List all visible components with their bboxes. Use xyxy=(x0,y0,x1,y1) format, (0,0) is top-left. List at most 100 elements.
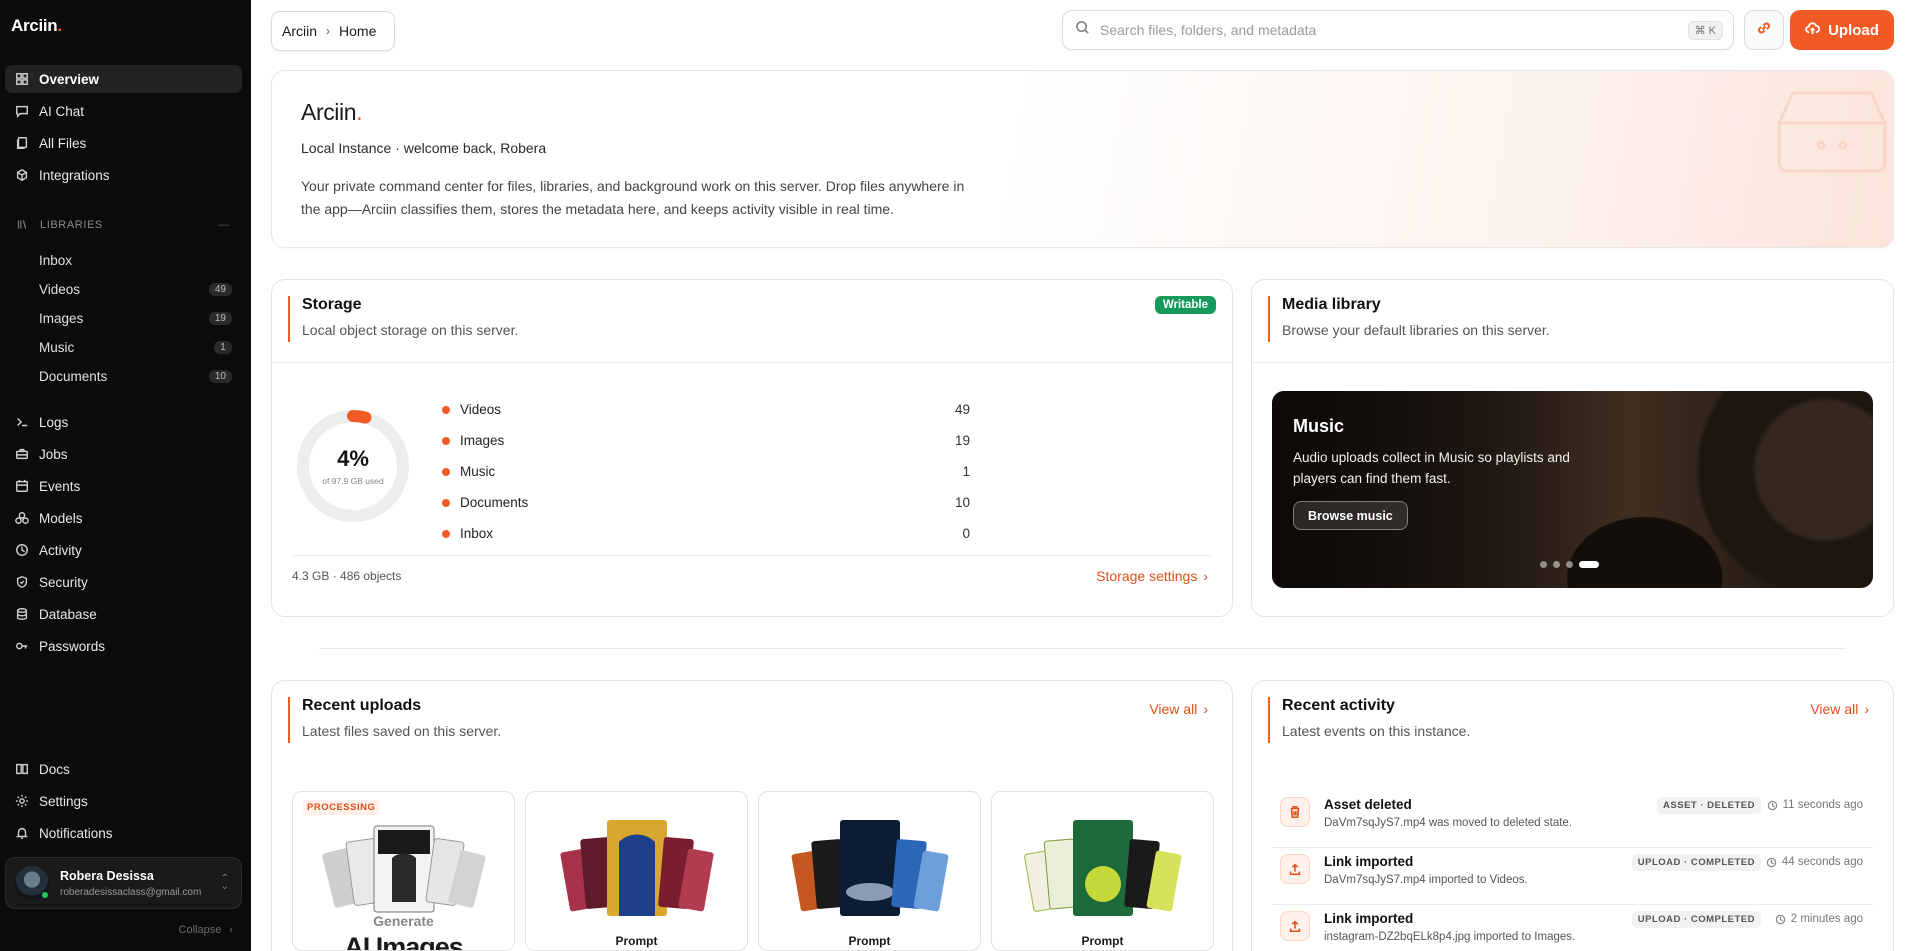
search-input[interactable] xyxy=(1100,22,1688,38)
activity-item-description: DaVm7sqJyS7.mp4 was moved to deleted sta… xyxy=(1324,817,1573,829)
trash-icon xyxy=(1280,797,1310,827)
upload-button[interactable]: Upload xyxy=(1790,10,1894,50)
libraries-section-label[interactable]: LIBRARIES — xyxy=(16,218,230,232)
nav-item-label: Docs xyxy=(39,761,70,777)
nav-item-security[interactable]: Security xyxy=(5,568,242,596)
nav-item-models[interactable]: Models xyxy=(5,504,242,532)
list-item[interactable]: Asset deleted DaVm7sqJyS7.mp4 was moved … xyxy=(1272,791,1873,848)
clock-icon xyxy=(1766,857,1777,867)
shield-icon xyxy=(15,575,29,589)
storage-breakdown: Videos 49 Images 19 Music 1 Documents 10 Inb… xyxy=(442,394,970,549)
browse-music-button[interactable]: Browse music xyxy=(1293,501,1408,530)
libraries-collapse-toggle[interactable]: — xyxy=(218,219,230,231)
activity-text: Link imported DaVm7sqJyS7.mp4 imported t… xyxy=(1324,854,1528,886)
recent-uploads-card: Recent uploads Latest files saved on thi… xyxy=(271,680,1233,951)
nav-item-database[interactable]: Database xyxy=(5,600,242,628)
import-link-button[interactable] xyxy=(1744,10,1784,50)
carousel-dot-active[interactable] xyxy=(1579,561,1599,568)
activity-card-header: Recent activity Latest events on this in… xyxy=(1268,697,1470,743)
nav-item-settings[interactable]: Settings xyxy=(5,787,242,815)
media-card-header: Media library Browse your default librar… xyxy=(1268,296,1550,342)
nav-item-overview[interactable]: Overview xyxy=(5,65,242,93)
nav-item-ai-chat[interactable]: AI Chat xyxy=(5,97,242,125)
hero-title-text: Arciin xyxy=(301,99,357,125)
view-all-activity-link[interactable]: View all › xyxy=(1810,701,1869,717)
upload-tile[interactable]: Prompt xyxy=(991,791,1214,951)
nav-item-logs[interactable]: Logs xyxy=(5,408,242,436)
brand-dot: . xyxy=(57,16,62,35)
libraries-label: LIBRARIES xyxy=(40,219,103,231)
library-item-videos[interactable]: Videos 49 xyxy=(28,275,232,304)
breadcrumb-root[interactable]: Arciin xyxy=(282,23,317,39)
nav-item-notifications[interactable]: Notifications xyxy=(5,819,242,847)
chevron-up-down-icon: ⌃ ⌄ xyxy=(220,873,229,892)
media-carousel-slide[interactable]: Music Audio uploads collect in Music so … xyxy=(1272,391,1873,588)
carousel-dot[interactable] xyxy=(1553,561,1560,568)
uploads-subtitle: Latest files saved on this server. xyxy=(302,723,502,739)
library-item-documents[interactable]: Documents 10 xyxy=(28,362,232,391)
library-item-inbox[interactable]: Inbox xyxy=(28,246,232,275)
nav-item-docs[interactable]: Docs xyxy=(5,755,242,783)
nav-item-label: Events xyxy=(39,478,81,494)
nav-item-label: Overview xyxy=(39,71,100,87)
nav-item-events[interactable]: Events xyxy=(5,472,242,500)
upload-thumbnail xyxy=(321,825,486,913)
upload-thumbnail xyxy=(791,820,948,916)
briefcase-icon xyxy=(15,447,29,461)
list-item: Inbox 0 xyxy=(442,518,970,549)
activity-item-description: instagram-DZ2bqELk8p4.jpg imported to Im… xyxy=(1324,931,1576,943)
hero-description: Your private command center for files, l… xyxy=(301,178,965,217)
uploads-card-header: Recent uploads Latest files saved on thi… xyxy=(288,697,501,743)
library-item-images[interactable]: Images 19 xyxy=(28,304,232,333)
nav-item-integrations[interactable]: Integrations xyxy=(5,161,242,189)
breakdown-value: 19 xyxy=(954,433,970,448)
view-all-label: View all xyxy=(1810,701,1859,717)
storage-title: Storage xyxy=(302,296,362,313)
search-icon xyxy=(1075,20,1090,40)
activity-time-text: 2 minutes ago xyxy=(1790,913,1863,925)
bottom-nav: Docs Settings Notifications xyxy=(5,755,242,851)
tile-caption: Generate AI Images xyxy=(293,908,514,950)
search-shortcut-hint: ⌘ K xyxy=(1687,20,1723,40)
nav-item-jobs[interactable]: Jobs xyxy=(5,440,242,468)
media-library-card: Media library Browse your default librar… xyxy=(1251,279,1894,617)
list-item[interactable]: Link imported DaVm7sqJyS7.mp4 imported t… xyxy=(1272,848,1873,905)
activity-list: Asset deleted DaVm7sqJyS7.mp4 was moved … xyxy=(1272,791,1873,951)
breakdown-label: Music xyxy=(460,464,496,479)
carousel-dot[interactable] xyxy=(1540,561,1547,568)
breakdown-label: Inbox xyxy=(460,526,494,541)
plug-icon xyxy=(15,168,29,182)
breakdown-value: 1 xyxy=(962,464,970,479)
upload-tile[interactable]: PROCESSING Generate AI Images xyxy=(292,791,515,951)
upload-icon xyxy=(1280,911,1310,941)
calendar-icon xyxy=(15,479,29,493)
key-icon xyxy=(15,639,29,653)
nav-item-all-files[interactable]: All Files xyxy=(5,129,242,157)
view-all-uploads-link[interactable]: View all › xyxy=(1149,701,1208,717)
cloud-upload-icon xyxy=(1805,21,1821,40)
divider xyxy=(292,555,1212,556)
upload-tile[interactable]: Prompt xyxy=(525,791,748,951)
nav-item-activity[interactable]: Activity xyxy=(5,536,242,564)
library-count-badge: 19 xyxy=(208,312,232,325)
upload-tile[interactable]: Prompt xyxy=(758,791,981,951)
user-account-menu[interactable]: Robera Desissa roberadesissaclass@gmail.… xyxy=(5,857,242,909)
nav-item-label: Activity xyxy=(39,542,82,558)
activity-text: Asset deleted DaVm7sqJyS7.mp4 was moved … xyxy=(1324,797,1572,829)
brand-logo[interactable]: Arciin. xyxy=(11,16,62,36)
nav-item-passwords[interactable]: Passwords xyxy=(5,632,242,660)
bullet xyxy=(442,436,450,445)
library-count-badge: 10 xyxy=(208,370,232,383)
library-item-music[interactable]: Music 1 xyxy=(28,333,232,362)
carousel-dot[interactable] xyxy=(1566,561,1573,568)
collapse-sidebar-button[interactable]: Collapse ‹ xyxy=(179,924,233,936)
welcome-hero: Arciin. Local Instance · welcome back, R… xyxy=(271,70,1894,248)
storage-settings-link[interactable]: Storage settings › xyxy=(1096,568,1208,584)
storage-percent: 4% xyxy=(337,446,369,471)
nav-item-label: Database xyxy=(39,606,97,622)
chevron-right-icon: › xyxy=(326,24,331,38)
view-all-label: View all xyxy=(1149,701,1198,717)
status-badge: Writable xyxy=(1154,296,1216,314)
list-item[interactable]: Link imported instagram-DZ2bqELk8p4.jpg … xyxy=(1272,905,1873,951)
carousel-slide-title: Music xyxy=(1293,416,1345,436)
